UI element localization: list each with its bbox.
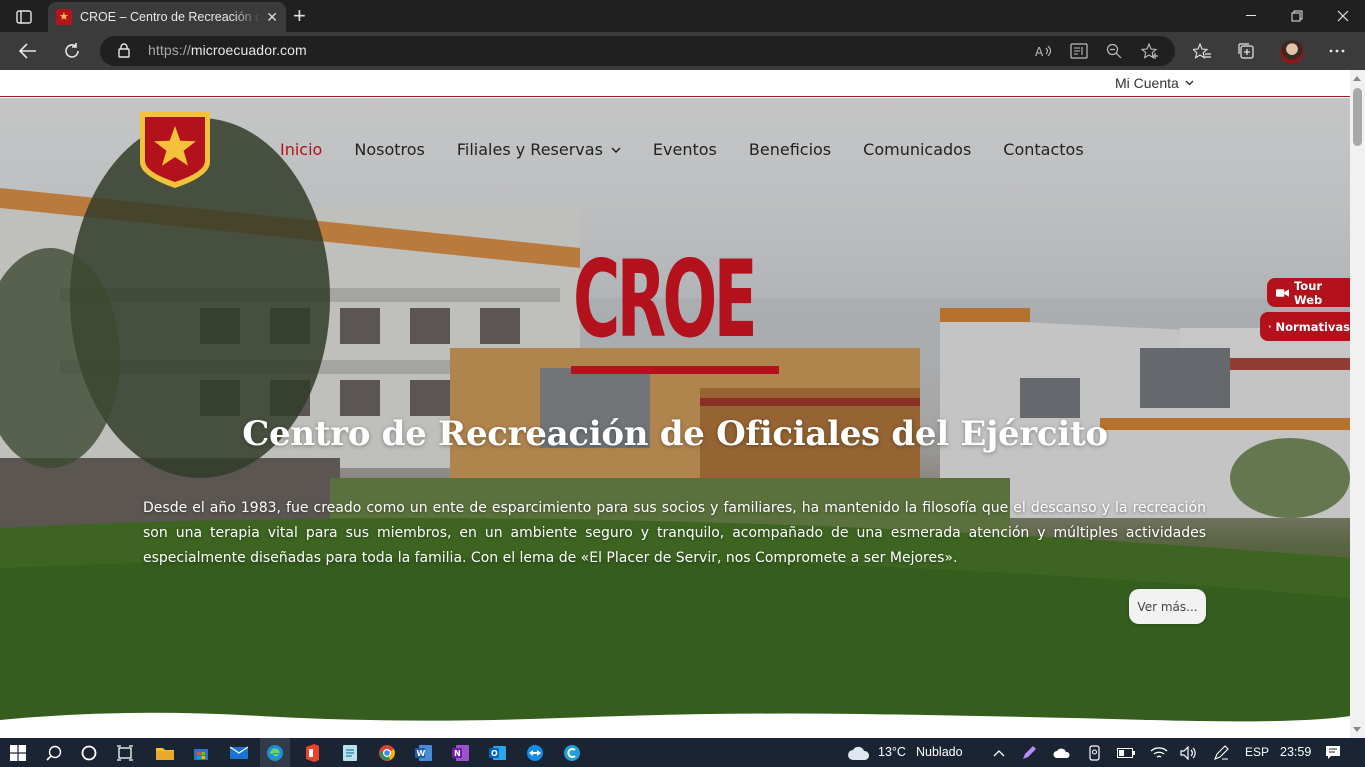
back-arrow-icon[interactable] [14,39,42,63]
svg-text:A: A [1035,45,1044,58]
hero-subtitle: Centro de Recreación de Oficiales del Ej… [242,414,1108,454]
more-options-icon[interactable] [1326,40,1348,62]
battery-icon[interactable] [1115,742,1137,764]
croe-logo[interactable] [138,110,212,190]
favorites-icon[interactable] [1191,40,1213,62]
cloudy-weather-icon[interactable] [846,742,872,764]
search-icon[interactable] [43,742,65,764]
refresh-icon[interactable] [58,39,86,63]
nav-label: Filiales y Reservas [456,140,603,159]
input-language[interactable]: ESP [1245,745,1269,759]
task-view-icon[interactable] [114,742,136,764]
chevron-up-icon[interactable] [988,742,1010,764]
outlook-icon[interactable]: O [487,742,509,764]
hero-description: Desde el año 1983, fue creado como un en… [143,500,1206,566]
pen-icon[interactable] [1018,742,1040,764]
nav-label: Contactos [1003,140,1084,159]
word-icon[interactable]: W [413,742,435,764]
svg-text:N: N [454,749,461,758]
document-icon [1269,325,1271,328]
ver-mas-button[interactable]: Ver más... [1129,589,1206,624]
windows-start-icon[interactable] [7,742,29,764]
nav-item-nosotros[interactable]: Nosotros [354,140,425,159]
nav-item-filiales-reservas[interactable]: Filiales y Reservas [457,140,621,159]
read-aloud-icon[interactable]: A [1034,42,1054,60]
onedrive-icon[interactable] [1051,742,1073,764]
account-menu[interactable]: Mi Cuenta [1115,75,1194,91]
svg-text:W: W [417,749,426,758]
store-icon[interactable] [190,742,212,764]
mail-icon[interactable] [228,742,250,764]
onenote-icon[interactable]: N [450,742,472,764]
browser-toolbar: https://microecuador.com A [0,32,1365,70]
zoom-out-icon[interactable] [1104,42,1124,60]
tab-actions-icon[interactable] [10,6,38,28]
meet-now-icon[interactable] [1084,742,1106,764]
nav-label: Comunicados [863,140,972,159]
nav-item-beneficios[interactable]: Beneficios [749,140,831,159]
nav-item-inicio[interactable]: Inicio [280,140,322,159]
add-favorite-icon[interactable] [1140,42,1160,60]
close-window-icon[interactable] [1320,0,1365,32]
account-label: Mi Cuenta [1115,75,1179,91]
pen-settings-icon[interactable] [1210,742,1232,764]
teamviewer-icon[interactable] [524,742,546,764]
brand-title: CROE [573,236,758,362]
normativas-button[interactable]: Normativas [1260,312,1350,341]
hero-wave-divider [0,712,1350,738]
brand-underline [571,366,779,374]
nav-label: Eventos [652,140,717,159]
nav-item-comunicados[interactable]: Comunicados [863,140,971,159]
nav-item-contactos[interactable]: Contactos [1003,140,1083,159]
video-camera-icon [1276,288,1289,297]
page-viewport: Mi Cuenta Inicio Nosotros Filiales y Res… [0,70,1350,738]
site-favicon-icon [56,9,72,25]
nav-label: Nosotros [354,140,425,159]
browser-tabstrip: CROE – Centro de Recreación de Oficiales… [0,0,1365,32]
browser-tab[interactable]: CROE – Centro de Recreación de Oficiales… [48,2,286,32]
weather-temperature[interactable]: 13°C [878,745,906,759]
chevron-down-icon [611,146,621,153]
hero-section: Inicio Nosotros Filiales y Reservas Even… [0,98,1350,738]
normativas-label: Normativas [1275,319,1350,334]
tour-web-label: Tour Web [1293,278,1323,307]
collections-icon[interactable] [1235,40,1257,62]
scroll-up-arrow-icon[interactable] [1353,76,1361,81]
chrome-icon[interactable] [376,742,398,764]
svg-text:O: O [491,749,498,758]
new-tab-icon[interactable]: + [293,4,306,28]
nav-item-eventos[interactable]: Eventos [653,140,717,159]
address-bar[interactable]: https://microecuador.com A [100,36,1175,66]
chevron-down-icon [1185,80,1194,86]
edge-taskbar-icon[interactable] [260,738,290,767]
file-explorer-icon[interactable] [154,742,176,764]
main-navigation: Inicio Nosotros Filiales y Reservas Even… [280,140,1116,159]
app-c-icon[interactable] [561,742,583,764]
lock-icon[interactable] [118,43,130,63]
cortana-icon[interactable] [78,742,100,764]
tab-close-icon[interactable]: ✕ [266,9,278,26]
minimize-icon[interactable] [1228,0,1274,32]
notifications-icon[interactable] [1322,742,1344,764]
restore-icon[interactable] [1274,0,1320,32]
top-bar: Mi Cuenta [0,70,1350,97]
nav-label: Inicio [280,140,323,159]
windows-taskbar: W N O 13°C Nublado ESP 23:59 [0,738,1365,767]
wifi-icon[interactable] [1148,742,1170,764]
profile-avatar[interactable] [1280,40,1304,64]
tab-title: CROE – Centro de Recreación de Oficiales… [80,10,261,24]
scrollbar-thumb[interactable] [1353,88,1362,146]
office-icon[interactable] [301,742,323,764]
tour-web-button[interactable]: Tour Web [1267,278,1350,307]
weather-condition[interactable]: Nublado [916,745,963,759]
nav-label: Beneficios [748,140,832,159]
volume-icon[interactable] [1178,742,1200,764]
url-text: https://microecuador.com [148,42,307,58]
scroll-down-arrow-icon[interactable] [1353,727,1361,732]
clock-time[interactable]: 23:59 [1280,745,1311,759]
reader-mode-icon[interactable] [1069,42,1089,60]
notes-icon[interactable] [339,742,361,764]
page-scrollbar[interactable] [1350,70,1365,738]
